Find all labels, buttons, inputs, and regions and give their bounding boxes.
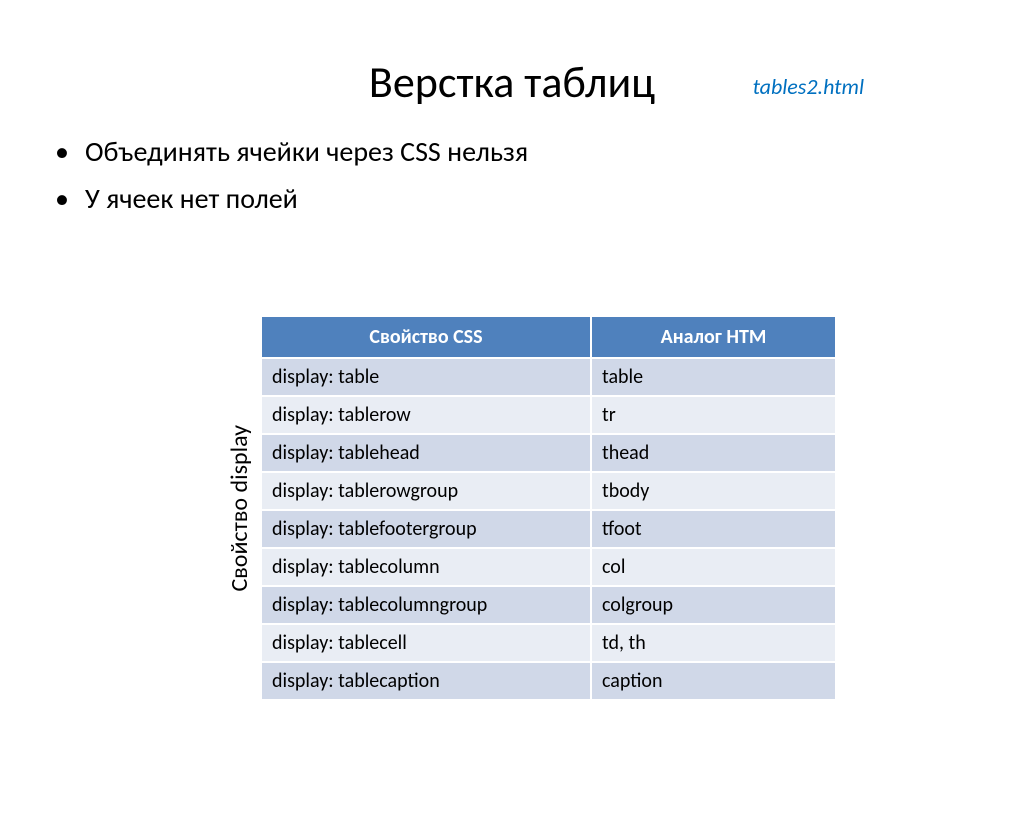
css-display-table: Свойство CSS Аналог HTM display: table t… xyxy=(260,315,837,701)
table-row: display: tablerow tr xyxy=(261,396,836,434)
table-header: Аналог HTM xyxy=(591,316,836,358)
table-row: display: tablefootergroup tfoot xyxy=(261,510,836,548)
table-cell: display: tablefootergroup xyxy=(261,510,591,548)
list-item: У ячеек нет полей xyxy=(50,181,1024,216)
table-cell: td, th xyxy=(591,624,836,662)
table-cell: display: tablehead xyxy=(261,434,591,472)
bullet-list: Объединять ячейки через CSS нельзя У яче… xyxy=(50,134,1024,216)
table-cell: display: tablecaption xyxy=(261,662,591,700)
table-cell: display: tablecolumn xyxy=(261,548,591,586)
table-header: Свойство CSS xyxy=(261,316,591,358)
table-cell: thead xyxy=(591,434,836,472)
table-row: display: table table xyxy=(261,358,836,396)
table-cell: tr xyxy=(591,396,836,434)
table-header-row: Свойство CSS Аналог HTM xyxy=(261,316,836,358)
table-row: display: tablecell td, th xyxy=(261,624,836,662)
table-row: display: tablecolumngroup colgroup xyxy=(261,586,836,624)
table-container: Свойство display Свойство CSS Аналог HTM… xyxy=(225,315,866,701)
table-cell: tbody xyxy=(591,472,836,510)
table-cell: tfoot xyxy=(591,510,836,548)
table-row: display: tablerowgroup tbody xyxy=(261,472,836,510)
table-cell: display: tablerow xyxy=(261,396,591,434)
table-row: display: tablehead thead xyxy=(261,434,836,472)
table-cell: caption xyxy=(591,662,836,700)
table-cell: display: tablerowgroup xyxy=(261,472,591,510)
table-row: display: tablecolumn col xyxy=(261,548,836,586)
table-cell: table xyxy=(591,358,836,396)
vertical-axis-label: Свойство display xyxy=(225,425,254,591)
page-title: Верстка таблиц xyxy=(0,55,1024,109)
table-cell: display: tablecolumngroup xyxy=(261,586,591,624)
table-cell: display: tablecell xyxy=(261,624,591,662)
table-cell: col xyxy=(591,548,836,586)
table-cell: colgroup xyxy=(591,586,836,624)
list-item: Объединять ячейки через CSS нельзя xyxy=(50,134,1024,169)
table-cell: display: table xyxy=(261,358,591,396)
table-row: display: tablecaption caption xyxy=(261,662,836,700)
file-link: tables2.html xyxy=(753,73,864,100)
